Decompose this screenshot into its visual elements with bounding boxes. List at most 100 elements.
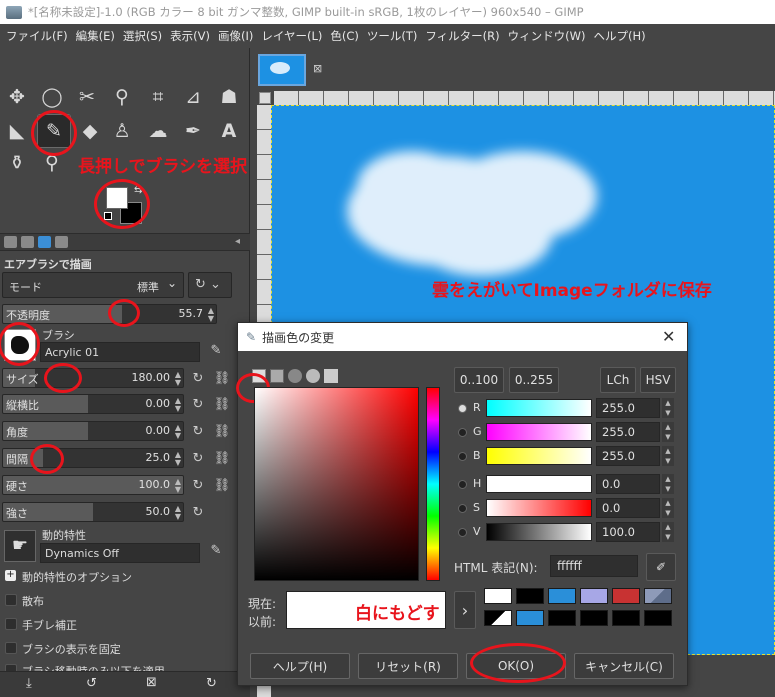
s-value[interactable]: 0.0: [596, 498, 660, 518]
hardness-spin-icon[interactable]: ▲ ▼: [175, 478, 181, 494]
menu-layer[interactable]: レイヤー(L): [257, 28, 326, 44]
help-button[interactable]: ヘルプ(H): [250, 653, 350, 679]
brush-preview[interactable]: [4, 329, 36, 361]
hardness-link-icon[interactable]: ⛓: [212, 475, 232, 495]
force-reset-icon[interactable]: ↻: [188, 502, 208, 522]
eraser-tool-icon[interactable]: ◆: [75, 116, 105, 146]
r-slider[interactable]: [486, 399, 592, 417]
hsv-button[interactable]: HSV: [640, 367, 676, 393]
reset-button[interactable]: リセット(R): [358, 653, 458, 679]
add-to-history-button[interactable]: ›: [454, 591, 476, 629]
delete-options-icon[interactable]: ⊠: [146, 675, 157, 690]
menu-tools[interactable]: ツール(T): [363, 28, 422, 44]
r-radio[interactable]: [458, 404, 467, 413]
edit-brush-icon[interactable]: ✎: [206, 340, 226, 360]
history-swatch-5[interactable]: [612, 588, 640, 604]
unified-transform-icon[interactable]: ⊿: [178, 82, 208, 112]
menu-file[interactable]: ファイル(F): [2, 28, 72, 44]
triangle-selector-icon[interactable]: [306, 369, 320, 383]
menu-view[interactable]: 表示(V): [166, 28, 214, 44]
swap-colors-icon[interactable]: ⇆: [134, 185, 142, 196]
spacing-link-icon[interactable]: ⛓: [212, 448, 232, 468]
history-swatch-2[interactable]: [516, 588, 544, 604]
menu-help[interactable]: ヘルプ(H): [589, 28, 649, 44]
h-spin-icon[interactable]: ▲ ▼: [662, 474, 674, 494]
h-radio[interactable]: [458, 480, 467, 489]
reset-options-icon[interactable]: ↻: [206, 676, 217, 691]
default-colors-icon[interactable]: [104, 212, 112, 220]
foreground-color-swatch[interactable]: [106, 187, 128, 209]
clone-tool-icon[interactable]: ♙: [107, 116, 137, 146]
g-slider[interactable]: [486, 423, 592, 441]
s-slider[interactable]: [486, 499, 592, 517]
menu-windows[interactable]: ウィンドウ(W): [504, 28, 590, 44]
color-picker-icon[interactable]: ⚱: [2, 148, 32, 178]
force-spin-icon[interactable]: ▲ ▼: [175, 505, 181, 521]
scissors-select-icon[interactable]: ✂: [72, 82, 102, 112]
smudge-tool-icon[interactable]: ☁: [143, 116, 173, 146]
s-spin-icon[interactable]: ▲ ▼: [662, 498, 674, 518]
html-notation-input[interactable]: ffffff: [550, 555, 638, 577]
dynamics-preview-icon[interactable]: ☛: [4, 530, 36, 562]
restore-options-icon[interactable]: ↺: [86, 676, 97, 691]
edit-dynamics-icon[interactable]: ✎: [206, 540, 226, 560]
undo-history-tab-icon[interactable]: [38, 236, 51, 248]
text-tool-icon[interactable]: A: [214, 116, 244, 146]
tool-options-tab-icon[interactable]: [4, 236, 17, 248]
image-tab-thumbnail[interactable]: [258, 54, 306, 86]
history-swatch-8[interactable]: [516, 610, 544, 626]
lock-brush-checkbox[interactable]: [5, 642, 17, 654]
ellipse-select-icon[interactable]: ◯: [37, 82, 67, 112]
v-slider[interactable]: [486, 523, 592, 541]
size-link-icon[interactable]: ⛓: [212, 368, 232, 388]
hardness-slider[interactable]: 硬さ 100.0 ▲ ▼: [2, 475, 184, 495]
images-tab-icon[interactable]: [55, 236, 68, 248]
menu-select[interactable]: 選択(S): [119, 28, 166, 44]
menu-image[interactable]: 画像(I): [214, 28, 257, 44]
fuzzy-select-icon[interactable]: ⚲: [107, 82, 137, 112]
watercolor-selector-icon[interactable]: [324, 369, 338, 383]
airbrush-tool-icon[interactable]: ✎: [37, 114, 71, 148]
b-slider[interactable]: [486, 447, 592, 465]
history-swatch-12[interactable]: [644, 610, 672, 626]
b-spin-icon[interactable]: ▲ ▼: [662, 446, 674, 466]
history-swatch-1[interactable]: [484, 588, 512, 604]
cancel-button[interactable]: キャンセル(C): [574, 653, 674, 679]
stabilize-checkbox[interactable]: [5, 618, 17, 630]
bucket-fill-icon[interactable]: ◣: [2, 116, 32, 146]
h-value[interactable]: 0.0: [596, 474, 660, 494]
r-spin-icon[interactable]: ▲ ▼: [662, 398, 674, 418]
history-swatch-10[interactable]: [580, 610, 608, 626]
h-slider[interactable]: [486, 475, 592, 493]
aspect-link-icon[interactable]: ⛓: [212, 394, 232, 414]
close-icon[interactable]: ✕: [662, 327, 675, 346]
saturation-value-area[interactable]: [254, 387, 419, 581]
move-tool-icon[interactable]: ✥: [2, 82, 32, 112]
warp-transform-icon[interactable]: ☗: [214, 82, 244, 112]
spacing-spin-icon[interactable]: ▲ ▼: [175, 451, 181, 467]
v-radio[interactable]: [458, 528, 467, 537]
aspect-spin-icon[interactable]: ▲ ▼: [175, 397, 181, 413]
range-0-255-button[interactable]: 0..255: [509, 367, 559, 393]
opacity-slider[interactable]: 不透明度 55.7 ▲ ▼: [2, 304, 217, 324]
spacing-reset-icon[interactable]: ↻: [188, 448, 208, 468]
angle-spin-icon[interactable]: ▲ ▼: [175, 424, 181, 440]
history-swatch-3[interactable]: [548, 588, 576, 604]
ok-button[interactable]: OK(O): [466, 653, 566, 679]
expand-plus-icon[interactable]: +: [5, 570, 16, 581]
hue-strip[interactable]: [426, 387, 440, 581]
history-swatch-6[interactable]: [644, 588, 672, 604]
hardness-reset-icon[interactable]: ↻: [188, 475, 208, 495]
wheel-selector-icon[interactable]: [288, 369, 302, 383]
zoom-tool-icon[interactable]: ⚲: [37, 148, 67, 178]
opacity-spin-icon[interactable]: ▲ ▼: [208, 307, 214, 323]
gimp-selector-icon[interactable]: [252, 369, 266, 383]
menu-filters[interactable]: フィルター(R): [421, 28, 503, 44]
cmyk-selector-icon[interactable]: [270, 369, 284, 383]
history-swatch-11[interactable]: [612, 610, 640, 626]
device-status-tab-icon[interactable]: [21, 236, 34, 248]
menu-edit[interactable]: 編集(E): [72, 28, 119, 44]
b-radio[interactable]: [458, 452, 467, 461]
spacing-slider[interactable]: 間隔 25.0 ▲ ▼: [2, 448, 184, 468]
size-slider[interactable]: サイズ 180.00 ▲ ▼: [2, 368, 184, 388]
